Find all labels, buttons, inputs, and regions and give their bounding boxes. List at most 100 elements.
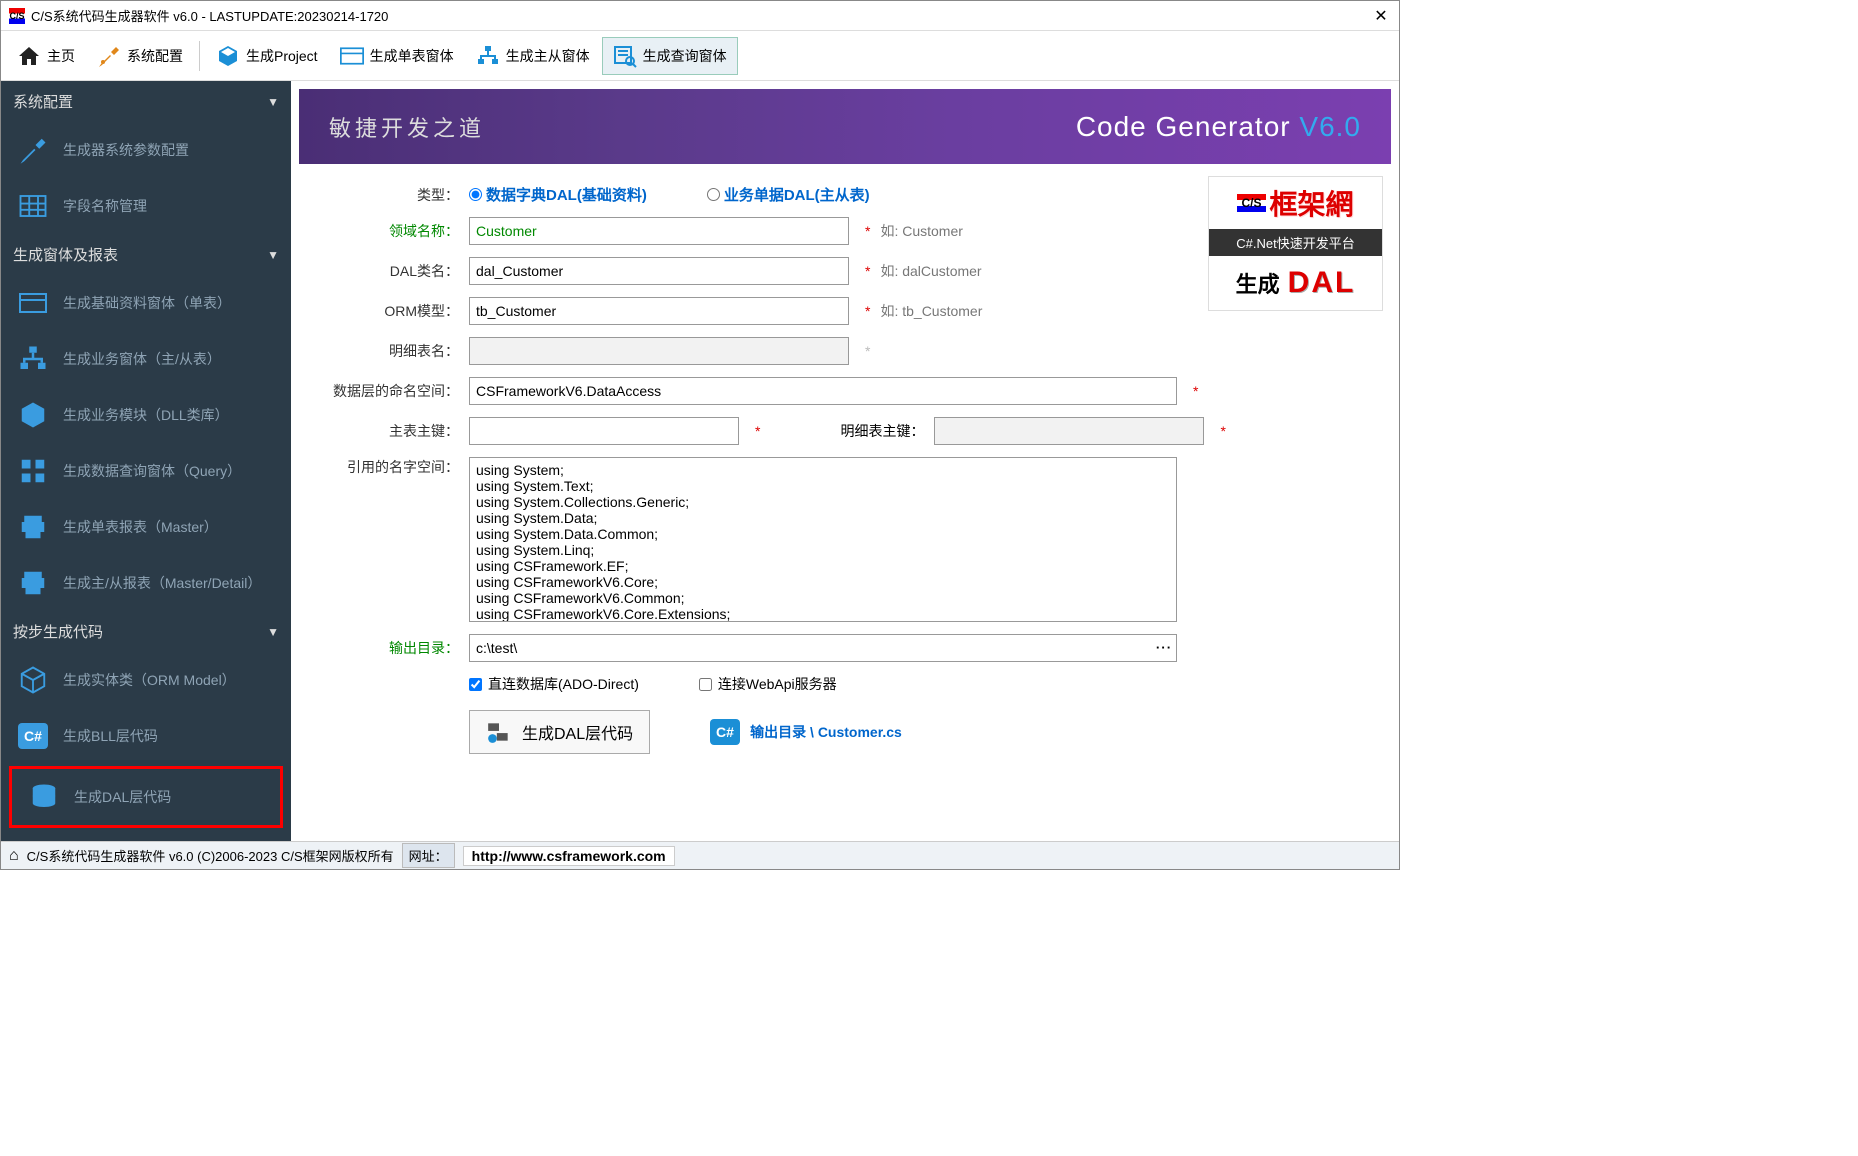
- sidebar-item-label: 生成BLL层代码: [63, 726, 158, 746]
- sidebar-header-step[interactable]: 按步生成代码 ▼: [1, 611, 291, 652]
- type-radio-dict-input[interactable]: [469, 188, 482, 201]
- gear-icon: [486, 719, 512, 745]
- sidebar-item-label: 生成实体类（ORM Model）: [63, 670, 236, 690]
- required-marker: *: [755, 423, 760, 439]
- csharp-icon: C#: [17, 720, 49, 752]
- window-icon: [340, 44, 364, 68]
- toolbar-gen-project[interactable]: 生成Project: [206, 38, 328, 74]
- output-dir-label: 输出目录：: [329, 638, 469, 658]
- orm-label: ORM模型：: [329, 301, 469, 321]
- main-toolbar: 主页 系统配置 生成Project 生成单表窗体 生成主从窗体 生成查询窗体: [1, 31, 1399, 81]
- sidebar-header-config[interactable]: 系统配置 ▼: [1, 81, 291, 122]
- detail-table-label: 明细表名：: [329, 341, 469, 361]
- hierarchy-icon: [17, 343, 49, 375]
- body: 系统配置 ▼ 生成器系统参数配置 字段名称管理 生成窗体及报表 ▼ 生成基础资料…: [1, 81, 1399, 841]
- wrench-icon: [17, 134, 49, 166]
- grid-icon: [17, 190, 49, 222]
- sidebar-header-forms[interactable]: 生成窗体及报表 ▼: [1, 234, 291, 275]
- badge-subtitle: C#.Net快速开发平台: [1209, 229, 1382, 256]
- checkbox-webapi-input[interactable]: [699, 678, 712, 691]
- home-icon: [17, 44, 41, 68]
- sidebar-item-single-report[interactable]: 生成单表报表（Master）: [1, 499, 291, 555]
- sidebar-item-label: 生成器系统参数配置: [63, 140, 189, 160]
- detail-table-input: [469, 337, 849, 365]
- sidebar-item-sys-params[interactable]: 生成器系统参数配置: [1, 122, 291, 178]
- dal-name-input[interactable]: [469, 257, 849, 285]
- csharp-icon: C#: [710, 719, 740, 745]
- cube-wire-icon: [17, 664, 49, 696]
- status-url[interactable]: http://www.csframework.com: [463, 846, 675, 866]
- status-text: C/S系统代码生成器软件 v6.0 (C)2006-2023 C/S框架网版权所…: [27, 846, 394, 865]
- generate-button[interactable]: 生成DAL层代码: [469, 710, 650, 754]
- app-window: C/S C/S系统代码生成器软件 v6.0 - LASTUPDATE:20230…: [0, 0, 1400, 870]
- banner-title: Code Generator V6.0: [1076, 111, 1361, 143]
- output-dir-input[interactable]: [469, 634, 1177, 662]
- checkbox-webapi[interactable]: 连接WebApi服务器: [699, 674, 837, 694]
- sidebar-item-query-form[interactable]: 生成数据查询窗体（Query）: [1, 443, 291, 499]
- url-label: 网址：: [402, 843, 455, 868]
- sidebar-item-field-names[interactable]: 字段名称管理: [1, 178, 291, 234]
- toolbar-config[interactable]: 系统配置: [87, 38, 193, 74]
- required-marker: *: [865, 303, 870, 319]
- sidebar-item-master-report[interactable]: 生成主/从报表（Master/Detail）: [1, 555, 291, 611]
- domain-input[interactable]: [469, 217, 849, 245]
- sidebar-item-bll[interactable]: C# 生成BLL层代码: [1, 708, 291, 764]
- type-label: 类型：: [329, 185, 469, 205]
- window-icon: [17, 287, 49, 319]
- sidebar-item-label: 生成数据查询窗体（Query）: [63, 461, 241, 481]
- detail-pk-input: [934, 417, 1204, 445]
- pk-input[interactable]: [469, 417, 739, 445]
- home-icon: ⌂: [9, 847, 19, 865]
- toolbar-gen-master[interactable]: 生成主从窗体: [466, 38, 600, 74]
- detail-pk-label: 明细表主键：: [840, 421, 924, 441]
- toolbar-gen-single-label: 生成单表窗体: [370, 46, 454, 66]
- checkbox-ado[interactable]: 直连数据库(ADO-Direct): [469, 674, 639, 694]
- type-radio-dict[interactable]: 数据字典DAL(基础资料): [469, 184, 647, 205]
- output-link[interactable]: C# 输出目录 \ Customer.cs: [710, 719, 902, 745]
- sidebar-item-label: 生成业务模块（DLL类库）: [63, 405, 229, 425]
- ref-ns-textarea[interactable]: using System; using System.Text; using S…: [469, 457, 1177, 622]
- toolbar-gen-query-label: 生成查询窗体: [643, 46, 727, 66]
- type-radio-biz-label: 业务单据DAL(主从表): [724, 184, 870, 205]
- toolbar-separator: [199, 41, 200, 71]
- type-radio-biz[interactable]: 业务单据DAL(主从表): [707, 184, 870, 205]
- printer-icon: [17, 567, 49, 599]
- banner: 敏捷开发之道 Code Generator V6.0: [299, 89, 1391, 164]
- toolbar-home-label: 主页: [47, 46, 75, 66]
- sidebar-header-forms-label: 生成窗体及报表: [13, 244, 118, 265]
- required-marker: *: [865, 263, 870, 279]
- toolbar-home[interactable]: 主页: [7, 38, 85, 74]
- sidebar-header-config-label: 系统配置: [13, 91, 73, 112]
- sidebar-item-orm[interactable]: 生成实体类（ORM Model）: [1, 652, 291, 708]
- sidebar-item-basic-form[interactable]: 生成基础资料窗体（单表）: [1, 275, 291, 331]
- type-radio-biz-input[interactable]: [707, 188, 720, 201]
- checkbox-ado-label: 直连数据库(ADO-Direct): [488, 674, 639, 694]
- pk-label: 主表主键：: [329, 421, 469, 441]
- banner-subtitle: 敏捷开发之道: [329, 111, 485, 143]
- browse-button[interactable]: ···: [1153, 635, 1175, 659]
- hierarchy-icon: [476, 44, 500, 68]
- toolbar-gen-query[interactable]: 生成查询窗体: [602, 37, 738, 75]
- close-icon[interactable]: ✕: [1371, 6, 1391, 26]
- ns-input[interactable]: [469, 377, 1177, 405]
- sidebar-item-biz-form[interactable]: 生成业务窗体（主/从表）: [1, 331, 291, 387]
- disabled-marker: *: [865, 343, 870, 359]
- sidebar-item-dal[interactable]: 生成DAL层代码: [9, 766, 283, 828]
- cube-icon: [216, 44, 240, 68]
- dal-name-label: DAL类名：: [329, 261, 469, 281]
- sidebar-item-label: 字段名称管理: [63, 196, 147, 216]
- checkbox-ado-input[interactable]: [469, 678, 482, 691]
- domain-label: 领域名称：: [329, 221, 469, 241]
- orm-input[interactable]: [469, 297, 849, 325]
- required-marker: *: [865, 223, 870, 239]
- sidebar-item-biz-module[interactable]: 生成业务模块（DLL类库）: [1, 387, 291, 443]
- content-area: 敏捷开发之道 Code Generator V6.0 C/S 框架網 C#.Ne…: [291, 81, 1399, 841]
- cube-icon: [17, 399, 49, 431]
- badge-bottom: 生成 DAL: [1209, 256, 1382, 310]
- domain-hint: 如: Customer: [880, 221, 962, 241]
- sidebar-item-label: 生成基础资料窗体（单表）: [63, 293, 231, 313]
- toolbar-gen-single[interactable]: 生成单表窗体: [330, 38, 464, 74]
- dal-name-hint: 如: dalCustomer: [880, 261, 981, 281]
- toolbar-config-label: 系统配置: [127, 46, 183, 66]
- required-marker: *: [1193, 383, 1198, 399]
